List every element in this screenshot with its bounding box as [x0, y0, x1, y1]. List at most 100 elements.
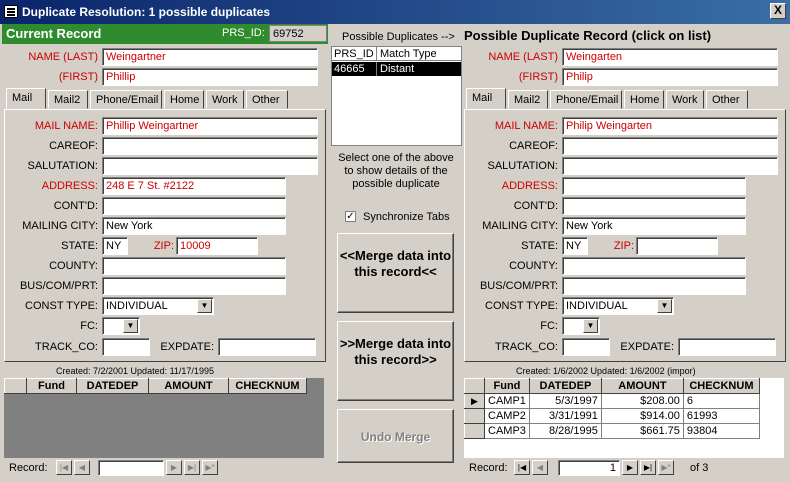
contd-field[interactable] [102, 197, 286, 215]
dup-bus-com-field[interactable] [562, 277, 746, 295]
undo-merge-button[interactable]: Undo Merge [337, 409, 454, 463]
previous-record-icon[interactable]: ◀ [74, 460, 90, 475]
dup-mail-name-label: MAIL NAME: [494, 120, 558, 132]
address-field[interactable]: 248 E 7 St. #2122 [102, 177, 286, 195]
const-type-select[interactable]: INDIVIDUAL ▼ [102, 297, 214, 315]
zip-label: ZIP: [153, 240, 174, 252]
previous-record-icon[interactable]: ◀ [532, 460, 548, 475]
left-gifts-grid[interactable]: Fund DATEDEP AMOUNT CHECKNUM [4, 378, 324, 458]
left-tab-home[interactable]: Home [164, 90, 204, 109]
close-button[interactable]: X [770, 3, 786, 19]
grid-cell[interactable]: 3/31/1991 [528, 408, 602, 424]
table-row[interactable]: CAMP3 8/28/1995 $661.75 93804 [464, 423, 760, 439]
right-record-number-field[interactable]: 1 [558, 460, 620, 476]
last-record-icon[interactable]: ▶| [640, 460, 656, 475]
dup-first-name-field[interactable]: Philip [562, 68, 778, 86]
left-tab-work[interactable]: Work [206, 90, 244, 109]
dup-mail-name-field[interactable]: Philip Weingarten [562, 117, 778, 135]
bus-com-field[interactable] [102, 277, 286, 295]
left-tab-other[interactable]: Other [246, 90, 288, 109]
right-tab-mail[interactable]: Mail [466, 88, 506, 109]
synchronize-tabs-label: Synchronize Tabs [363, 211, 450, 223]
new-record-icon[interactable]: ▶* [202, 460, 218, 475]
right-tab-phone-email[interactable]: Phone/Email [550, 90, 622, 109]
county-field[interactable] [102, 257, 286, 275]
last-record-icon[interactable]: ▶| [184, 460, 200, 475]
prs-id-label: PRS_ID: [222, 27, 265, 39]
expdate-field[interactable] [218, 338, 316, 356]
row-selector[interactable] [464, 408, 485, 424]
chevron-down-icon[interactable]: ▼ [583, 319, 598, 333]
grid-cell[interactable]: $208.00 [600, 393, 684, 409]
state-field[interactable]: NY [102, 237, 128, 255]
dup-zip-field[interactable] [636, 237, 718, 255]
right-gifts-grid[interactable]: Fund DATEDEP AMOUNT CHECKNUM ▶ CAMP1 5/3… [464, 378, 784, 458]
grid-cell[interactable]: CAMP1 [484, 393, 530, 409]
merge-into-duplicate-button[interactable]: >>Merge data into this record>> [337, 321, 454, 401]
dup-state-field[interactable]: NY [562, 237, 588, 255]
grid-cell[interactable]: 5/3/1997 [528, 393, 602, 409]
chevron-down-icon[interactable]: ▼ [657, 299, 672, 313]
careof-field[interactable] [102, 137, 318, 155]
grid-cell[interactable]: 61993 [682, 408, 760, 424]
first-name-field[interactable]: Phillip [102, 68, 318, 86]
possible-duplicates-list[interactable]: PRS_ID Match Type 46665 Distant [331, 46, 462, 146]
list-header-match-type: Match Type [380, 48, 437, 60]
new-record-icon[interactable]: ▶* [658, 460, 674, 475]
synchronize-tabs-checkbox[interactable]: ✓ [345, 211, 356, 222]
right-tab-home[interactable]: Home [624, 90, 664, 109]
grid-cell[interactable]: 93804 [682, 423, 760, 439]
row-selector[interactable] [464, 423, 485, 439]
right-tab-other[interactable]: Other [706, 90, 748, 109]
current-row-arrow-icon[interactable]: ▶ [464, 393, 485, 409]
table-row[interactable]: ▶ CAMP1 5/3/1997 $208.00 6 [464, 393, 760, 409]
address-label: ADDRESS: [41, 180, 98, 192]
dup-name-last-field[interactable]: Weingarten [562, 48, 778, 66]
dup-fc-select[interactable]: ▼ [562, 317, 600, 335]
left-tab-mail[interactable]: Mail [6, 88, 46, 109]
grid-header-fund: Fund [26, 378, 77, 394]
grid-cell[interactable]: $661.75 [600, 423, 684, 439]
mailing-city-field[interactable]: New York [102, 217, 286, 235]
row-selector-header [464, 378, 485, 394]
grid-cell[interactable]: 6 [682, 393, 760, 409]
right-tab-mail2[interactable]: Mail2 [508, 90, 548, 109]
track-co-field[interactable] [102, 338, 150, 356]
grid-cell[interactable]: $914.00 [600, 408, 684, 424]
dup-salutation-field[interactable] [562, 157, 778, 175]
zip-field[interactable]: 10009 [176, 237, 258, 255]
fc-select[interactable]: ▼ [102, 317, 140, 335]
name-last-field[interactable]: Weingartner [102, 48, 318, 66]
merge-into-current-button[interactable]: <<Merge data into this record<< [337, 233, 454, 313]
grid-cell[interactable]: 8/28/1995 [528, 423, 602, 439]
dup-county-field[interactable] [562, 257, 746, 275]
dup-track-co-field[interactable] [562, 338, 610, 356]
mail-name-field[interactable]: Phillip Weingartner [102, 117, 318, 135]
dup-address-field[interactable] [562, 177, 746, 195]
table-row[interactable]: CAMP2 3/31/1991 $914.00 61993 [464, 408, 760, 424]
right-tab-work[interactable]: Work [666, 90, 704, 109]
name-last-label: NAME (LAST) [28, 51, 98, 63]
dup-const-type-select[interactable]: INDIVIDUAL ▼ [562, 297, 674, 315]
next-record-icon[interactable]: ▶ [166, 460, 182, 475]
dup-careof-field[interactable] [562, 137, 778, 155]
left-tab-mail2[interactable]: Mail2 [48, 90, 88, 109]
left-record-number-field[interactable] [98, 460, 164, 476]
expdate-label: EXPDATE: [160, 341, 214, 353]
dup-contd-field[interactable] [562, 197, 746, 215]
first-record-icon[interactable]: |◀ [514, 460, 530, 475]
grid-cell[interactable]: CAMP2 [484, 408, 530, 424]
grid-cell[interactable]: CAMP3 [484, 423, 530, 439]
dup-mailing-city-field[interactable]: New York [562, 217, 746, 235]
chevron-down-icon[interactable]: ▼ [123, 319, 138, 333]
list-divider [376, 47, 377, 61]
next-record-icon[interactable]: ▶ [622, 460, 638, 475]
first-record-icon[interactable]: |◀ [56, 460, 72, 475]
dup-expdate-field[interactable] [678, 338, 776, 356]
chevron-down-icon[interactable]: ▼ [197, 299, 212, 313]
right-tab-strip: Mail Mail2 Phone/Email Home Work Other [466, 88, 786, 111]
salutation-field[interactable] [102, 157, 318, 175]
duplicate-record-title: Possible Duplicate Record (click on list… [464, 28, 712, 43]
left-tab-phone-email[interactable]: Phone/Email [90, 90, 162, 109]
list-item[interactable]: 46665 Distant [332, 62, 461, 76]
